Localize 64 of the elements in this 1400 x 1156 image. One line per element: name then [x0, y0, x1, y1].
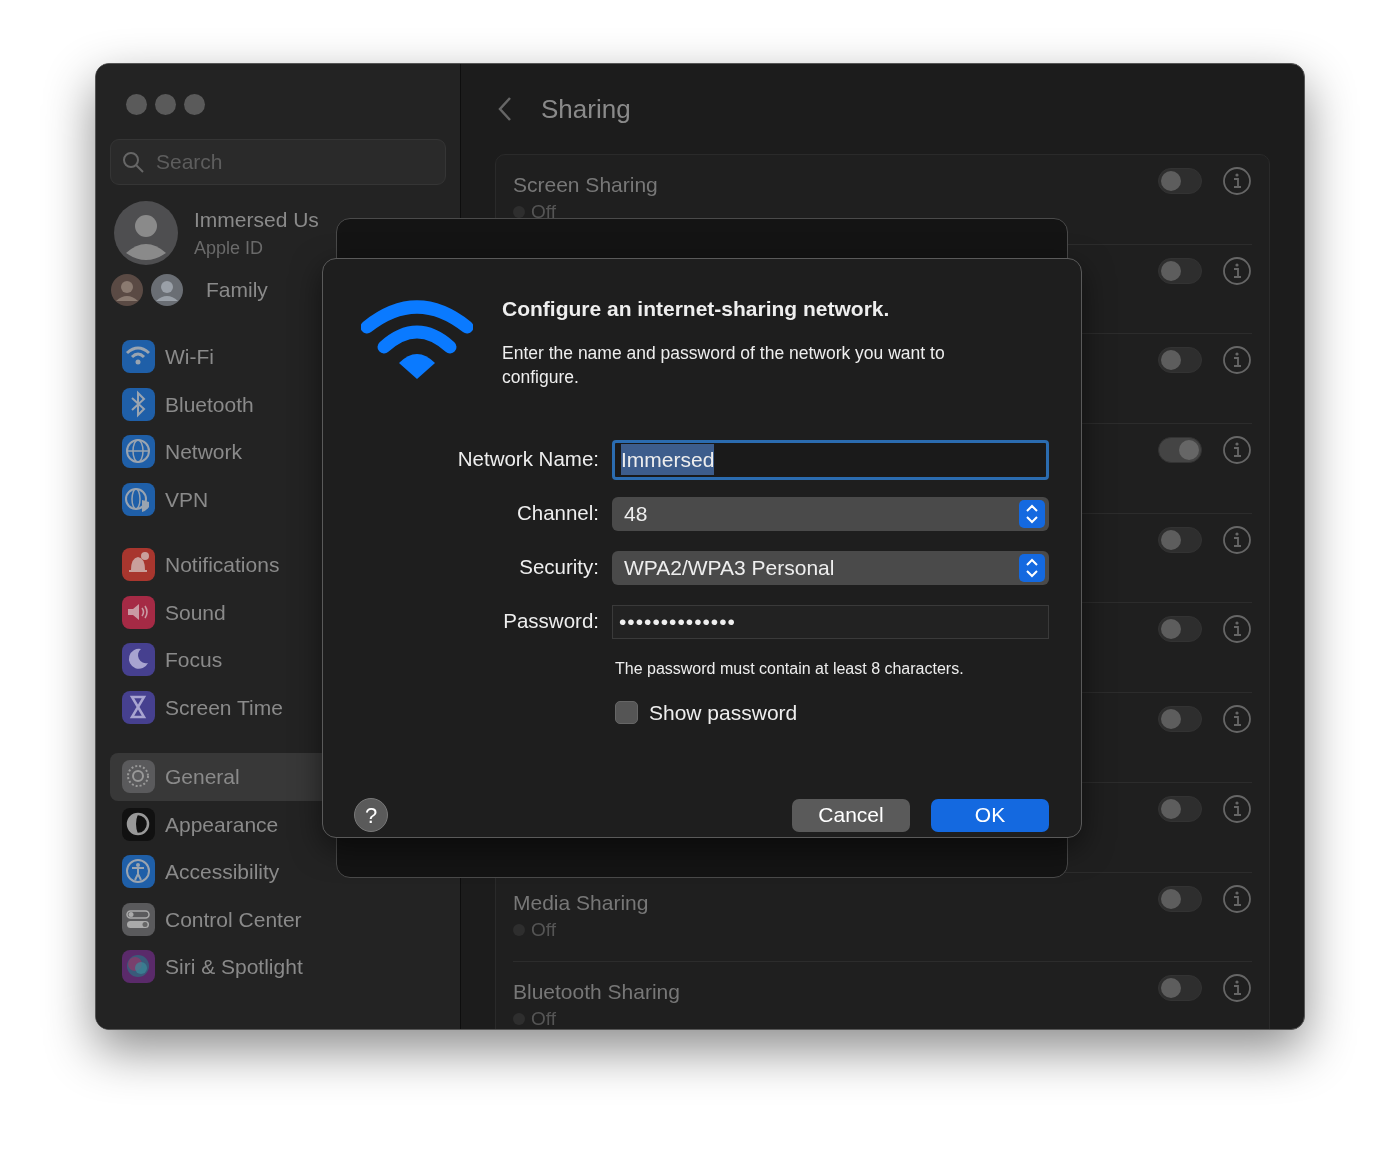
toggle-switch[interactable]: [1158, 437, 1202, 464]
info-icon[interactable]: [1222, 166, 1252, 196]
toggle-switch[interactable]: [1158, 706, 1202, 733]
popup-menu[interactable]: 48: [612, 496, 1049, 531]
window-control[interactable]: [126, 94, 147, 115]
toggle-switch[interactable]: [1158, 795, 1202, 822]
wifi-icon: [361, 299, 473, 381]
field-label: Security:: [518, 554, 599, 581]
avatar-icon[interactable]: [110, 273, 144, 307]
sidebar-item[interactable]: Control Center: [110, 895, 446, 943]
info-icon[interactable]: [1222, 435, 1252, 466]
cancel-button[interactable]: Cancel: [792, 798, 910, 832]
field-label: Network Name:: [456, 446, 599, 473]
family-label[interactable]: Family: [206, 274, 268, 306]
avatar-icon[interactable]: [114, 201, 178, 265]
info-icon[interactable]: [1222, 345, 1252, 376]
checkbox[interactable]: [615, 700, 638, 724]
toggle-switch[interactable]: [1158, 347, 1202, 374]
help-button[interactable]: ?: [354, 798, 388, 832]
info-icon[interactable]: [1222, 704, 1252, 735]
avatar-icon[interactable]: [150, 273, 184, 307]
checkbox-label[interactable]: Show password: [649, 696, 798, 728]
toggle-switch[interactable]: [1158, 975, 1202, 1002]
sidebar-item[interactable]: Sound: [110, 588, 446, 636]
account-subtitle: Apple ID: [194, 237, 265, 261]
info-icon[interactable]: [1222, 524, 1252, 555]
text-field[interactable]: Immersed: [612, 439, 1049, 480]
page-title: Sharing: [541, 92, 631, 126]
service-title: Screen Sharing: [513, 172, 659, 198]
info-icon[interactable]: [1222, 255, 1252, 286]
window-control[interactable]: [155, 94, 176, 115]
service-title: Media Sharing: [513, 889, 650, 916]
stepper-icon: [1019, 553, 1045, 582]
password-hint: The password must contain at least 8 characters.: [615, 658, 965, 679]
toggle-switch[interactable]: [1158, 885, 1202, 912]
sidebar-item[interactable]: Notifications: [110, 541, 446, 589]
sidebar-item[interactable]: Network: [110, 428, 446, 476]
window-control[interactable]: [184, 94, 205, 115]
dialog-title: Configure an internet-sharing network.: [502, 296, 891, 322]
info-icon[interactable]: [1222, 973, 1252, 1004]
popup-menu[interactable]: WPA2/WPA3 Personal: [612, 550, 1049, 585]
info-icon[interactable]: [1222, 614, 1252, 645]
sidebar-item[interactable]: Focus: [110, 636, 446, 684]
sidebar-item[interactable]: Bluetooth: [110, 380, 446, 428]
field-label: Channel:: [515, 500, 599, 527]
field-label: Password:: [502, 608, 599, 635]
toggle-switch[interactable]: [1158, 526, 1202, 553]
status-dot: [513, 206, 525, 219]
password-field[interactable]: ••••••••••••••: [612, 604, 1049, 639]
sidebar-item[interactable]: Screen Time: [110, 683, 446, 731]
account-name: Immersed Us: [194, 206, 319, 233]
toggle-switch[interactable]: [1158, 616, 1202, 643]
service-title: Bluetooth Sharing: [513, 979, 681, 1006]
info-icon[interactable]: [1222, 883, 1252, 914]
stepper-icon: [1019, 499, 1045, 528]
dialog-message: Enter the name and password of the network you want to configure.: [502, 341, 946, 389]
sidebar-item[interactable]: VPN: [110, 475, 446, 523]
sidebar-item[interactable]: Siri & Spotlight: [110, 943, 446, 991]
search-icon: [121, 150, 145, 174]
toggle-switch[interactable]: [1158, 168, 1202, 194]
ok-button[interactable]: OK: [931, 798, 1049, 832]
info-icon[interactable]: [1222, 793, 1252, 824]
toggle-switch[interactable]: [1158, 257, 1202, 284]
sidebar-item[interactable]: Wi-Fi: [110, 333, 446, 381]
